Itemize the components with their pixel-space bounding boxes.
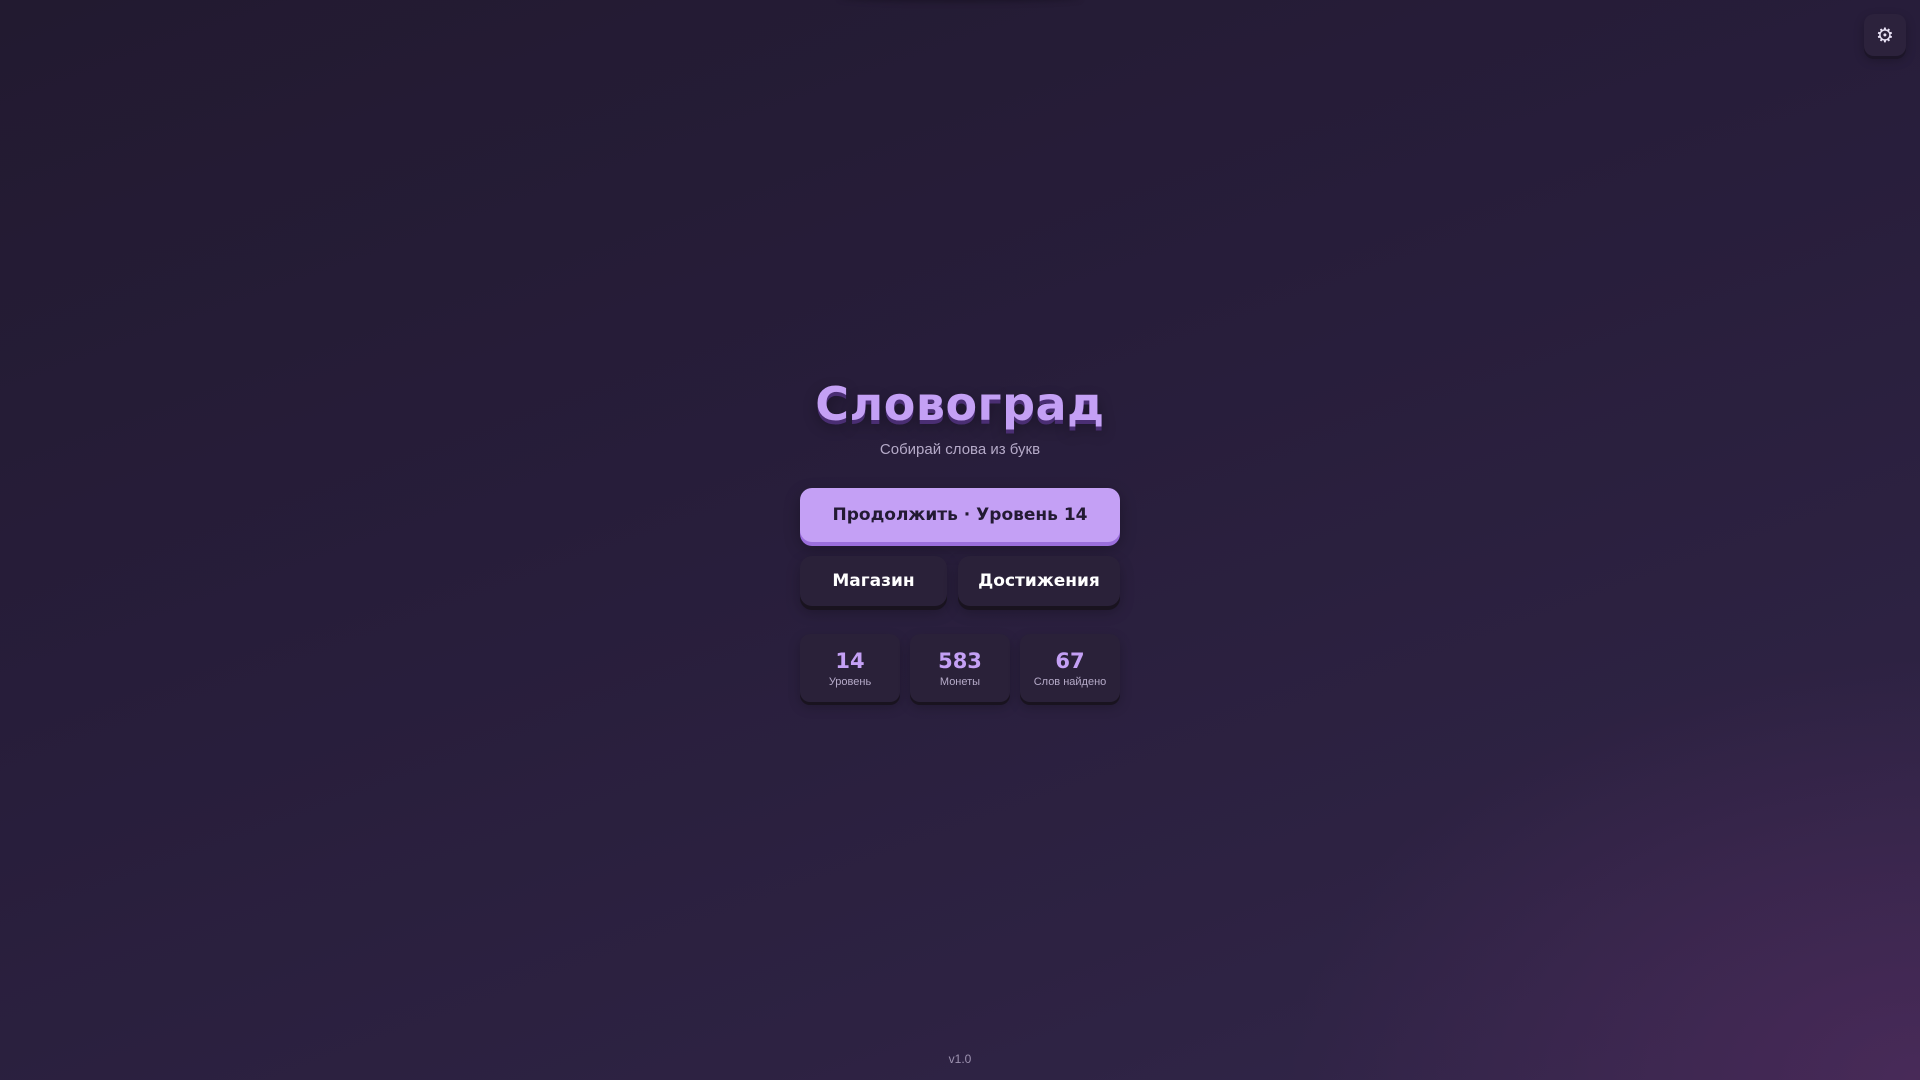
stat-value: 583	[938, 649, 982, 673]
gear-icon: ⚙	[1876, 23, 1894, 47]
stats-panel: 14 Уровень 583 Монеты 67 Слов найдено	[800, 634, 1120, 702]
top-shadow-decoration	[840, 0, 1080, 2]
stat-card-level: 14 Уровень	[800, 634, 900, 702]
settings-button[interactable]: ⚙	[1864, 14, 1906, 56]
shop-button[interactable]: Магазин	[800, 556, 947, 606]
game-title: Словоград	[815, 377, 1105, 431]
game-subtitle: Собирай слова из букв	[879, 441, 1041, 458]
stat-label: Слов найдено	[1033, 676, 1107, 688]
main-menu: Словоград Собирай слова из букв Продолжи…	[800, 374, 1120, 702]
stat-value: 67	[1055, 649, 1085, 673]
stat-label: Монеты	[939, 676, 981, 688]
version-label: v1.0	[948, 1052, 972, 1066]
stat-card-words-found: 67 Слов найдено	[1020, 634, 1120, 702]
secondary-actions: Магазин Достижения	[800, 556, 1120, 606]
continue-button[interactable]: Продолжить · Уровень 14	[800, 488, 1120, 542]
stat-value: 14	[835, 649, 865, 673]
achievements-button[interactable]: Достижения	[958, 556, 1120, 606]
stat-label: Уровень	[828, 676, 872, 688]
stat-card-coins: 583 Монеты	[910, 634, 1010, 702]
